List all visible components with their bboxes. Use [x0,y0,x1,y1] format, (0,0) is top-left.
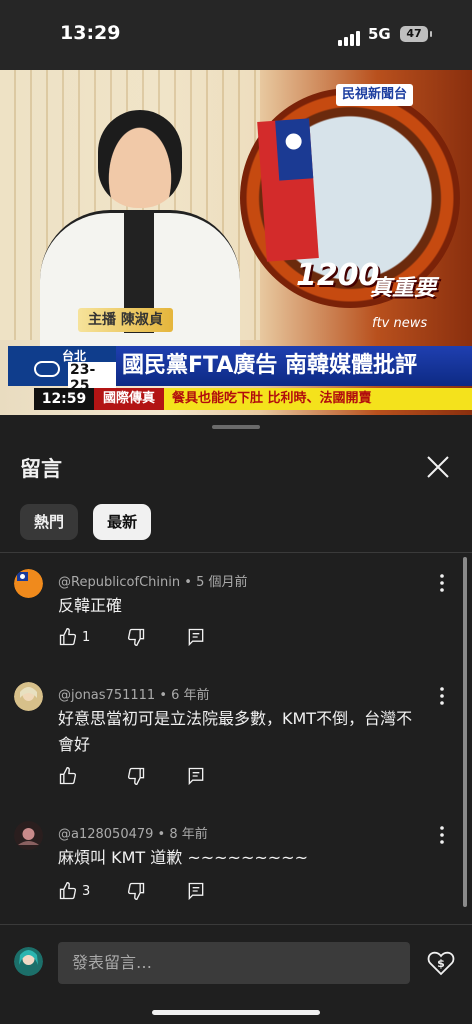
video-player[interactable]: 民視新聞台 1200 真重要 ftv news 主播 陳淑貞 台北 23-25 … [0,70,472,415]
reply-button[interactable] [186,881,206,905]
comment-text: 麻煩叫 KMT 道歉 ~~~~~~~~~ [58,848,308,867]
super-thanks-icon: $ [427,951,455,976]
comments-panel: 留言 熱門 最新 @RepublicofChinin • 5 個月前 反韓正確 [0,415,472,1024]
flag-image [257,118,319,262]
thumb-up-icon [59,627,77,646]
avatar-image [14,569,43,598]
tab-newest[interactable]: 最新 [93,504,152,540]
super-thanks-button[interactable]: $ [426,948,456,978]
more-vert-icon [440,826,444,844]
time-slot: 1200 [296,258,380,293]
signal-icon [338,27,362,46]
thumb-down-icon [127,882,145,901]
avatar[interactable] [14,821,43,850]
channel-logo: 民視新聞台 [336,84,414,106]
comment-meta: @a128050479 • 8 年前 [58,827,208,842]
anchor-name-label: 主播 陳淑貞 [78,308,173,332]
thumb-down-icon [127,628,145,647]
comment-text: 反韓正確 [58,596,123,615]
dislike-button[interactable] [126,627,146,651]
panel-title: 留言 [20,457,62,481]
battery-icon: 47 [400,26,432,42]
cloud-icon [34,361,60,377]
more-vert-icon [440,687,444,705]
comment-time: 8 年前 [169,827,208,842]
news-headline: 國民黨FTA廣告 南韓媒體批評 [116,346,472,386]
comment-time: 6 年前 [171,688,210,703]
dislike-button[interactable] [126,766,146,790]
weather-box: 台北 23-25 [8,346,116,394]
news-category: 國際傳真 [94,388,164,410]
program-brand-sub: ftv news [372,316,428,331]
like-count: 3 [82,884,91,899]
like-button[interactable] [58,766,78,790]
avatar[interactable] [14,682,43,711]
avatar-image [14,682,43,711]
thumb-up-icon [59,766,77,785]
reply-button[interactable] [186,627,206,651]
comment-meta: @jonas751111 • 6 年前 [58,688,210,703]
dislike-button[interactable] [126,881,146,905]
comment-input[interactable]: 發表留言… [58,942,410,984]
reply-icon [188,882,204,901]
comment-time: 5 個月前 [196,575,248,590]
avatar-image [14,821,43,850]
close-icon [427,456,449,478]
broadcast-clock: 12:59 [34,388,94,410]
comment-composer: 發表留言… $ [0,924,472,1024]
divider [0,552,472,553]
more-button[interactable] [434,571,450,595]
comment-meta: @RepublicofChinin • 5 個月前 [58,575,248,590]
news-ticker: 餐具也能吃下肚 比利時、法國開賣 [164,388,472,410]
close-button[interactable] [422,451,454,483]
thumb-down-icon [127,767,145,786]
avatar-image [14,947,43,976]
avatar[interactable] [14,569,43,598]
comment-author[interactable]: @a128050479 [58,827,153,842]
anchor-head [98,110,182,208]
tab-top[interactable]: 熱門 [20,504,79,540]
svg-text:$: $ [437,957,445,970]
home-indicator[interactable] [152,1010,320,1015]
status-bar: 13:29 5G 47 [0,0,472,70]
more-button[interactable] [434,823,450,847]
comment-text: 好意思當初可是立法院最多數，KMT不倒，台灣不會好 [58,709,413,754]
reply-icon [188,628,204,647]
like-count: 1 [82,630,91,645]
program-brand: 真重要 [370,276,437,301]
more-button[interactable] [434,684,450,708]
status-time: 13:29 [60,22,121,44]
drag-handle[interactable] [212,425,260,429]
reply-icon [188,767,204,786]
more-vert-icon [440,574,444,592]
comment-author[interactable]: @RepublicofChinin [58,575,180,590]
sort-tabs: 熱門 最新 [20,504,161,540]
user-avatar [14,947,43,976]
scrollbar[interactable] [463,557,467,907]
reply-button[interactable] [186,766,206,790]
network-type: 5G [368,25,391,43]
like-button[interactable]: 3 [58,881,90,905]
like-button[interactable]: 1 [58,627,90,651]
thumb-up-icon [59,881,77,900]
comment-author[interactable]: @jonas751111 [58,688,155,703]
